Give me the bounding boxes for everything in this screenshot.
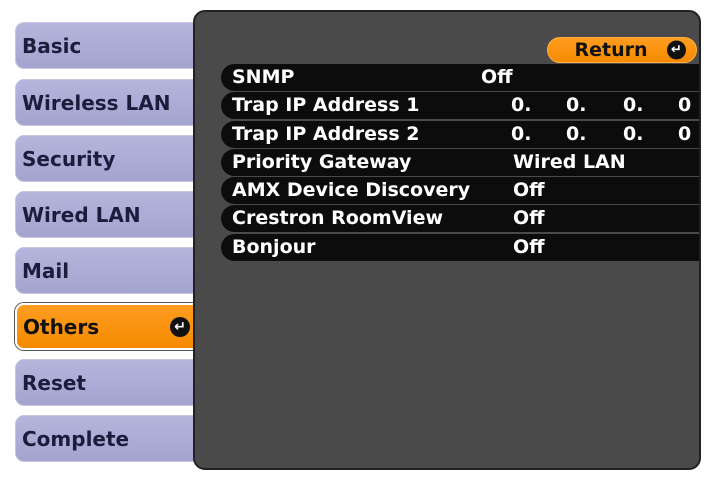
setting-label: SNMP (232, 66, 295, 88)
sidebar-item-wireless-lan[interactable]: Wireless LAN (15, 79, 200, 126)
enter-icon: ↵ (170, 316, 190, 337)
setting-row-crestron-roomview[interactable]: Crestron RoomView Off (221, 205, 699, 233)
ip-octet: 0. (566, 122, 587, 145)
setting-row-amx-device-discovery[interactable]: AMX Device Discovery Off (221, 177, 699, 205)
setting-label: Bonjour (232, 235, 316, 258)
ip-octet: 0. (623, 94, 644, 117)
ip-octet: 0. (566, 94, 587, 117)
setting-row-priority-gateway[interactable]: Priority Gateway Wired LAN (221, 148, 699, 176)
setting-value: Off (513, 179, 545, 202)
setting-row-trap-ip-2[interactable]: Trap IP Address 2 0. 0. 0. 0 (221, 120, 699, 148)
settings-list: SNMP Off Trap IP Address 1 0. 0. 0. 0 Tr… (221, 64, 699, 262)
setting-label: Priority Gateway (232, 150, 412, 173)
setting-value: Off (513, 207, 545, 230)
setting-label: Trap IP Address 2 (232, 122, 420, 145)
ip-octet: 0 (678, 94, 692, 117)
sidebar-item-basic[interactable]: Basic (15, 22, 200, 69)
sidebar-item-complete[interactable]: Complete (15, 415, 200, 462)
ip-octet: 0. (623, 122, 644, 145)
sidebar-item-label: Basic (22, 33, 82, 58)
sidebar: Basic Wireless LAN Security Wired LAN Ma… (0, 0, 210, 477)
ip-octet: 0. (511, 122, 532, 145)
sidebar-item-reset[interactable]: Reset (15, 359, 200, 406)
setting-value: Wired LAN (513, 150, 626, 173)
sidebar-item-label: Others (23, 314, 100, 339)
setting-row-snmp[interactable]: SNMP Off (221, 64, 699, 91)
sidebar-item-mail[interactable]: Mail (15, 247, 200, 294)
enter-icon: ↵ (667, 40, 686, 60)
sidebar-item-label: Complete (22, 426, 130, 451)
sidebar-item-label: Wireless LAN (22, 90, 171, 115)
setting-label: AMX Device Discovery (232, 179, 471, 202)
sidebar-item-others[interactable]: Others ↵ (15, 303, 200, 350)
sidebar-item-label: Wired LAN (22, 202, 141, 227)
setting-row-bonjour[interactable]: Bonjour Off (221, 233, 699, 261)
ip-octet: 0. (511, 94, 532, 117)
sidebar-item-label: Reset (22, 370, 86, 395)
return-button-label: Return (574, 39, 648, 61)
setting-label: Trap IP Address 1 (232, 94, 420, 117)
return-button[interactable]: Return ↵ (547, 37, 697, 63)
sidebar-item-security[interactable]: Security (15, 135, 200, 182)
setting-value: Off (481, 66, 513, 88)
settings-panel: Return ↵ SNMP Off Trap IP Address 1 0. 0… (193, 10, 701, 470)
ip-octet: 0 (678, 122, 692, 145)
setting-label: Crestron RoomView (232, 207, 444, 230)
sidebar-item-label: Security (22, 146, 116, 171)
setting-row-trap-ip-1[interactable]: Trap IP Address 1 0. 0. 0. 0 (221, 92, 699, 120)
setting-value: Off (513, 235, 545, 258)
sidebar-item-wired-lan[interactable]: Wired LAN (15, 191, 200, 238)
sidebar-item-label: Mail (22, 258, 70, 283)
